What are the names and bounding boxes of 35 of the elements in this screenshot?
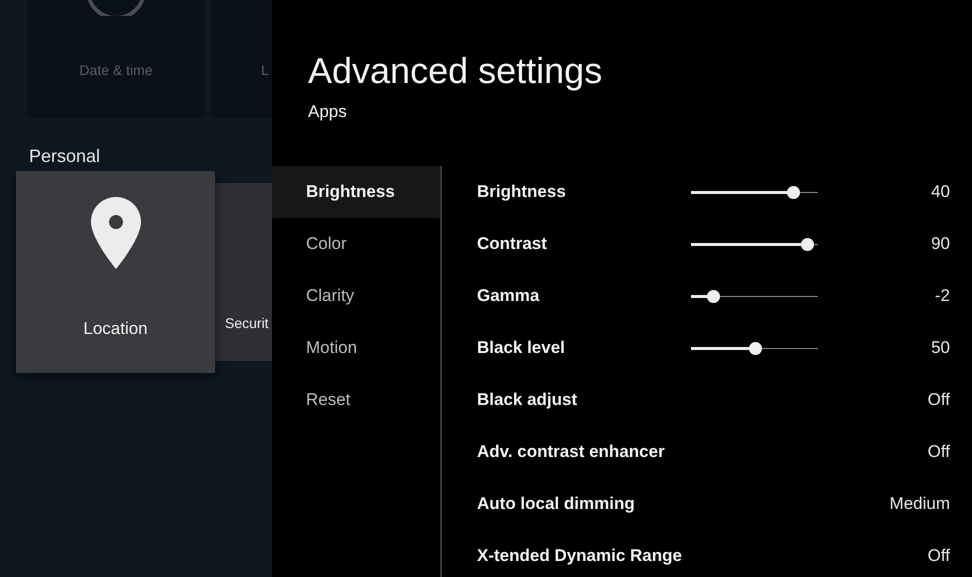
- card-label: Location: [83, 319, 148, 339]
- setting-value: Medium: [890, 494, 950, 514]
- setting-value: Off: [928, 442, 950, 462]
- slider-thumb[interactable]: [748, 342, 762, 354]
- setting-label[interactable]: Brightness: [477, 182, 691, 202]
- category-tab[interactable]: Reset: [272, 374, 440, 426]
- setting-value: Off: [928, 546, 950, 566]
- slider-thumb[interactable]: [706, 290, 720, 302]
- setting-label[interactable]: Gamma: [477, 286, 691, 306]
- setting-label[interactable]: Contrast: [477, 234, 691, 254]
- card-label: Date & time: [79, 62, 153, 78]
- settings-card[interactable]: Securit: [215, 183, 272, 361]
- setting-label[interactable]: Auto local dimming: [477, 494, 691, 514]
- setting-label[interactable]: Adv. contrast enhancer: [477, 442, 691, 462]
- panel-title: Advanced settings: [308, 50, 604, 92]
- category-tab[interactable]: Color: [272, 218, 440, 270]
- section-title: Personal: [29, 146, 102, 167]
- setting-label[interactable]: Black adjust: [477, 390, 691, 410]
- slider-thumb[interactable]: [800, 238, 814, 250]
- setting-value: 50: [931, 338, 950, 358]
- card-label: Securit: [225, 315, 269, 331]
- panel-subtitle: Apps: [308, 102, 348, 122]
- setting-value: 40: [931, 182, 950, 202]
- setting-value: 90: [931, 234, 950, 254]
- setting-value: Off: [928, 390, 950, 410]
- category-tab[interactable]: Motion: [272, 322, 440, 374]
- settings-card[interactable]: Location: [16, 171, 215, 373]
- slider-thumb[interactable]: [786, 186, 800, 198]
- setting-value: -2: [934, 286, 950, 306]
- setting-label[interactable]: Black level: [477, 338, 691, 358]
- card-label: L: [261, 62, 269, 78]
- setting-label[interactable]: X-tended Dynamic Range: [477, 546, 691, 566]
- location-pin-icon: [90, 197, 140, 269]
- category-tab[interactable]: Brightness: [272, 166, 440, 218]
- category-tab[interactable]: Clarity: [272, 270, 440, 322]
